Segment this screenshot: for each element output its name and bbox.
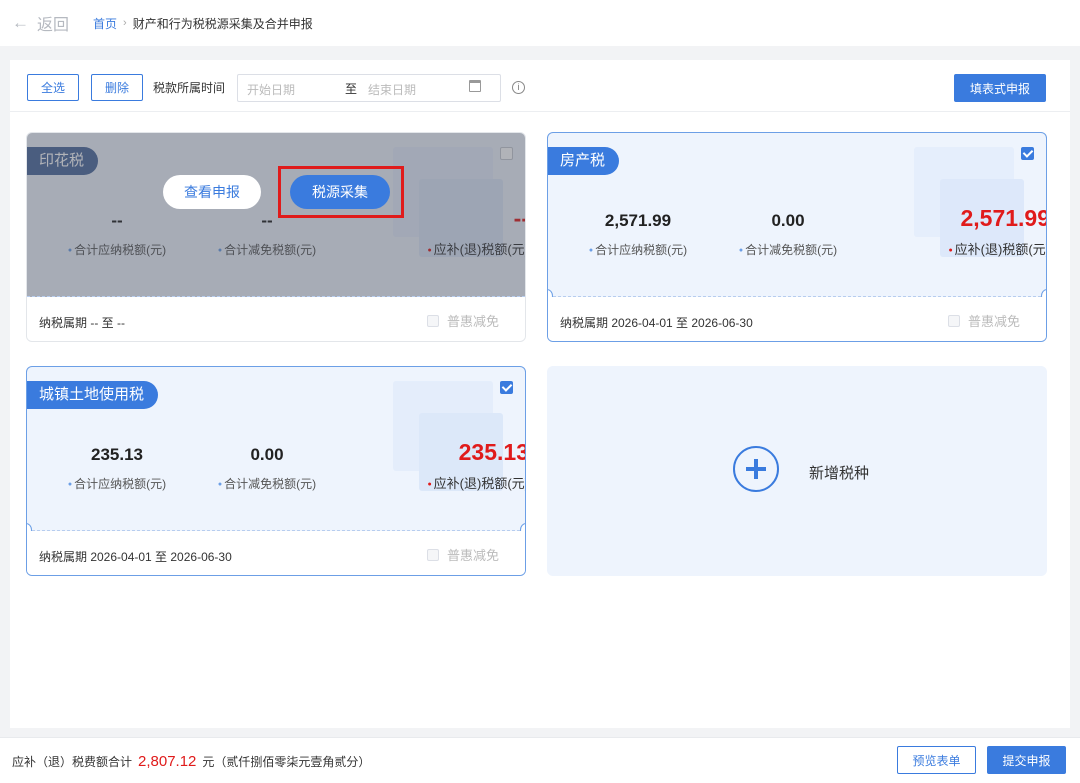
relief-label: 合计减免税额(元) xyxy=(197,475,337,492)
metric-due: 2,571.99 应补(退)税额(元) xyxy=(900,205,1047,258)
payable-value: 2,571.99 xyxy=(604,211,672,230)
metric-relief: 0.00 合计减免税额(元) xyxy=(197,445,337,492)
due-value: 2,571.99 xyxy=(960,205,1047,231)
checkbox-icon xyxy=(947,314,960,327)
card-hover-overlay xyxy=(27,133,525,297)
back-button[interactable]: ← 返回 xyxy=(12,11,69,35)
fill-form-report-button[interactable]: 填表式申报 xyxy=(954,74,1046,102)
card-footer: 纳税属期 2026-04-01 至 2026-06-30 普惠减免 xyxy=(548,297,1046,341)
due-label: 应补(退)税额(元) xyxy=(900,239,1046,258)
payable-value: 235.13 xyxy=(91,445,143,464)
tax-period: 纳税属期 2026-04-01 至 2026-06-30 xyxy=(560,316,753,330)
preview-form-button[interactable]: 预览表单 xyxy=(897,746,976,774)
inclusive-relief-label: 普惠减免 xyxy=(446,548,499,563)
payable-label: 合计应纳税额(元) xyxy=(47,475,187,492)
view-declaration-button[interactable]: 查看申报 xyxy=(163,175,261,209)
inclusive-relief-checkbox[interactable]: 普惠减免 xyxy=(426,311,499,330)
add-tax-type-label: 新增税种 xyxy=(809,465,870,482)
end-date-input[interactable]: 结束日期 xyxy=(368,81,416,98)
start-date-input[interactable]: 开始日期 xyxy=(247,81,295,98)
total-due-amount: 2,807.12 xyxy=(138,753,197,770)
select-all-button[interactable]: 全选 xyxy=(27,74,79,101)
metric-payable: 235.13 合计应纳税额(元) xyxy=(47,445,187,492)
total-due-summary: 应补（退）税费额合计 2,807.12 元（贰仟捌佰零柒元壹角贰分） xyxy=(12,753,370,770)
checkbox-icon xyxy=(426,548,439,561)
payable-label: 合计应纳税额(元) xyxy=(568,241,708,258)
info-icon[interactable]: i xyxy=(512,81,525,94)
highlight-box xyxy=(278,166,404,218)
relief-value: 0.00 xyxy=(250,445,284,464)
checkbox-icon xyxy=(426,314,439,327)
date-range-picker[interactable]: 开始日期 至 结束日期 xyxy=(237,74,501,102)
tax-card-land-use[interactable]: 城镇土地使用税 235.13 合计应纳税额(元) 0.00 合计减免税额(元) … xyxy=(26,366,526,576)
inclusive-relief-checkbox[interactable]: 普惠减免 xyxy=(947,311,1020,330)
metric-relief: 0.00 合计减免税额(元) xyxy=(718,211,858,258)
due-label: 应补(退)税额(元) xyxy=(379,473,525,492)
breadcrumb: 首页 › 财产和行为税税源采集及合并申报 xyxy=(93,15,313,32)
metric-payable: 2,571.99 合计应纳税额(元) xyxy=(568,211,708,258)
tax-card-checkbox[interactable] xyxy=(500,381,513,394)
inclusive-relief-checkbox[interactable]: 普惠减免 xyxy=(426,545,499,564)
tax-card-property[interactable]: 房产税 2,571.99 合计应纳税额(元) 0.00 合计减免税额(元) 2,… xyxy=(547,132,1047,342)
tax-period: 纳税属期 2026-04-01 至 2026-06-30 xyxy=(39,550,232,564)
tax-card-stamp[interactable]: 印花税 -- 合计应纳税额(元) -- 合计减免税额(元) -- 应补(退)税额… xyxy=(26,132,526,342)
period-label: 税款所属时间 xyxy=(153,81,226,95)
back-label: 返回 xyxy=(37,17,70,34)
submit-declaration-button[interactable]: 提交申报 xyxy=(987,746,1066,774)
card-footer: 纳税属期 -- 至 -- 普惠减免 xyxy=(27,297,525,341)
tax-card-title: 城镇土地使用税 xyxy=(27,381,159,409)
plus-icon[interactable] xyxy=(733,446,779,492)
due-value: 235.13 xyxy=(458,439,526,465)
add-tax-type-card[interactable]: 新增税种 xyxy=(547,366,1047,576)
toolbar: 全选 删除 税款所属时间 开始日期 至 结束日期 i 填表式申报 xyxy=(10,60,1070,112)
date-range-separator: 至 xyxy=(345,82,358,96)
total-due-label: 应补（退）税费额合计 xyxy=(12,755,133,769)
tax-card-title: 房产税 xyxy=(548,147,620,175)
relief-value: 0.00 xyxy=(771,211,805,230)
top-bar: ← 返回 首页 › 财产和行为税税源采集及合并申报 xyxy=(0,0,1080,46)
delete-button[interactable]: 删除 xyxy=(91,74,143,101)
relief-label: 合计减免税额(元) xyxy=(718,241,858,258)
breadcrumb-current: 财产和行为税税源采集及合并申报 xyxy=(132,16,313,31)
card-footer: 纳税属期 2026-04-01 至 2026-06-30 普惠减免 xyxy=(27,531,525,575)
main-panel: 全选 删除 税款所属时间 开始日期 至 结束日期 i 填表式申报 印花税 -- … xyxy=(10,60,1070,728)
inclusive-relief-label: 普惠减免 xyxy=(446,314,499,329)
calendar-icon[interactable] xyxy=(469,80,481,92)
inclusive-relief-label: 普惠减免 xyxy=(967,314,1020,329)
metric-due: 235.13 应补(退)税额(元) xyxy=(379,439,526,492)
breadcrumb-home-link[interactable]: 首页 xyxy=(93,15,117,32)
arrow-left-icon: ← xyxy=(12,13,29,32)
tax-card-checkbox[interactable] xyxy=(1021,147,1034,160)
footer-bar: 应补（退）税费额合计 2,807.12 元（贰仟捌佰零柒元壹角贰分） 预览表单 提交… xyxy=(0,737,1080,783)
chevron-right-icon: › xyxy=(123,17,127,29)
tax-period: 纳税属期 -- 至 -- xyxy=(39,316,125,330)
total-due-unit: 元（贰仟捌佰零柒元壹角贰分） xyxy=(202,755,371,769)
